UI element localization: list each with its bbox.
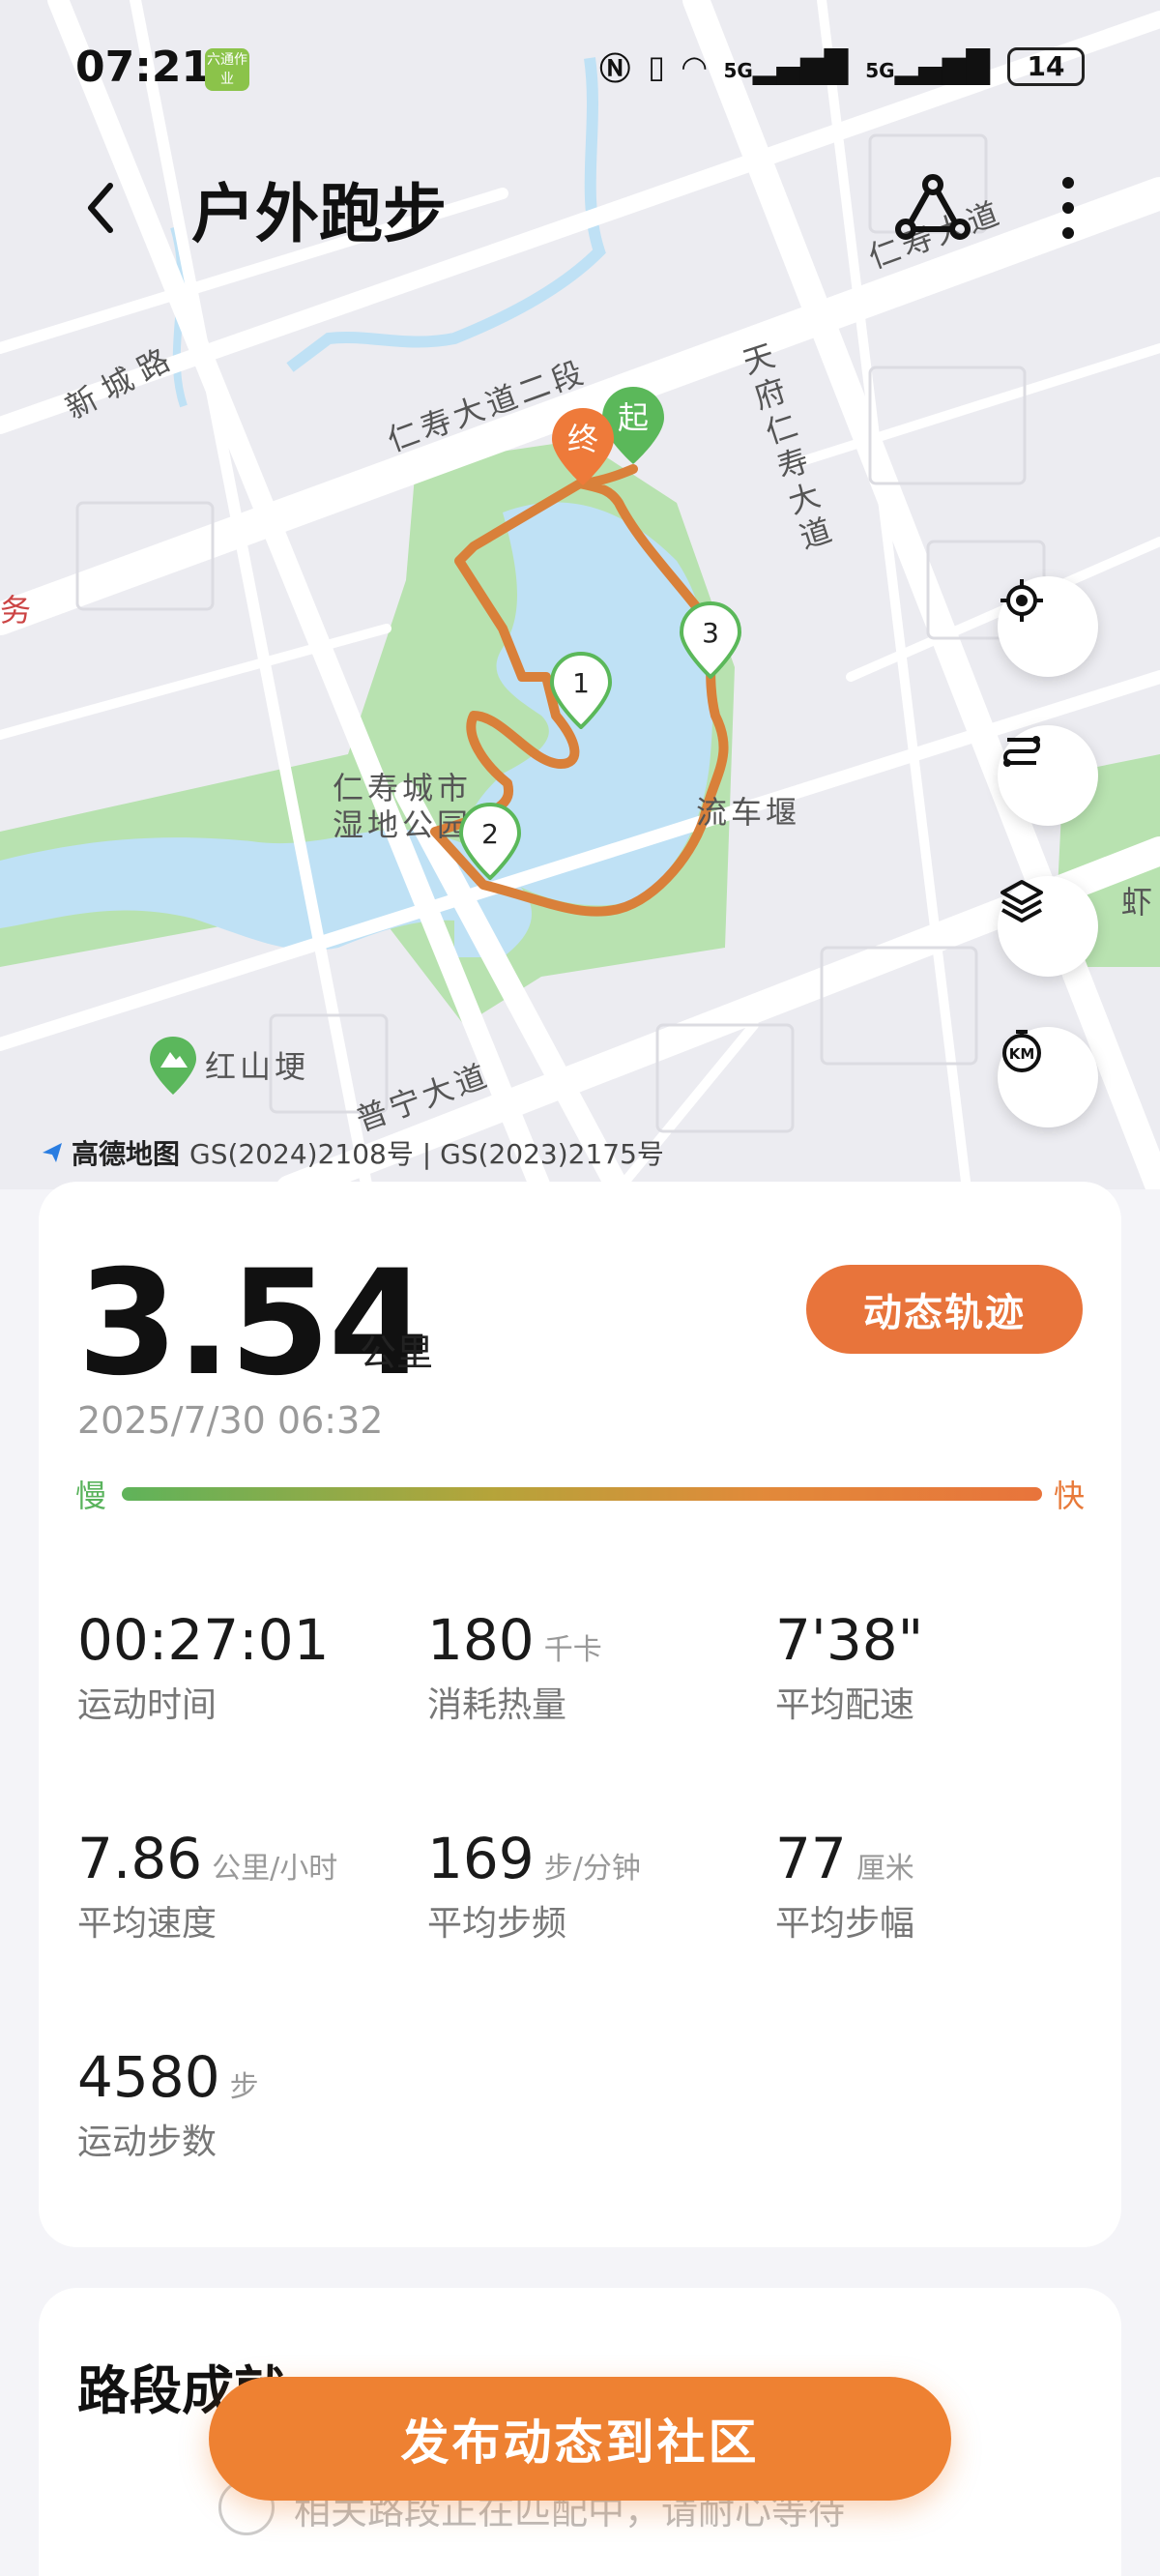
locate-button[interactable] [998, 576, 1098, 677]
stat-duration: 00:27:01 运动时间 [77, 1607, 330, 1725]
amap-logo: 高德地图 [39, 1133, 180, 1172]
amap-logo-icon [43, 1143, 62, 1162]
workout-summary-card: 3.54 公里 动态轨迹 2025/7/30 06:32 慢 快 00:27:0… [39, 1182, 1121, 2247]
stat-avg-speed: 7.86 公里/小时 平均速度 [77, 1826, 338, 1944]
status-bar: 07:21 六通作业 Ⓝ ▯ ◠ 5G▂▄▆█ 5G▂▄▆█ 14 [0, 0, 1160, 135]
stat-avg-cadence: 169 步/分钟 平均步频 [427, 1826, 641, 1944]
scenic-pin-icon [150, 1037, 196, 1095]
more-button[interactable] [1044, 169, 1092, 247]
map-label-edge-left: 务 [0, 592, 36, 629]
back-button[interactable] [77, 164, 145, 251]
stat-calories: 180 千卡 消耗热量 [427, 1607, 602, 1725]
workout-date: 2025/7/30 06:32 [77, 1399, 384, 1442]
map-label-weir: 流车堰 [696, 794, 801, 831]
app-badge: 六通作业 [205, 48, 249, 91]
wifi-icon: ◠ [682, 48, 707, 85]
route-map[interactable]: 仁寿大道二段 仁寿大道 新城路 天府仁寿大道 普宁大道 仁寿城市湿地公园 流车堰… [0, 0, 1160, 1189]
end-marker-icon: 终 [552, 408, 614, 485]
stat-steps: 4580 步 运动步数 [77, 2044, 259, 2162]
svg-text:终: 终 [567, 421, 598, 457]
page-title: 户外跑步 [191, 177, 447, 251]
locate-icon [1000, 579, 1043, 622]
share-button[interactable] [894, 169, 972, 247]
map-attribution: 高德地图 GS(2024)2108号 | GS(2023)2175号 [39, 1133, 664, 1172]
svg-text:KM: KM [1009, 1045, 1035, 1063]
dynamic-track-button[interactable]: 动态轨迹 [806, 1265, 1083, 1354]
svg-text:起: 起 [618, 399, 649, 436]
status-icons: Ⓝ ▯ ◠ 5G▂▄▆█ 5G▂▄▆█ 14 [599, 44, 1085, 89]
map-canvas [0, 0, 1160, 1189]
km-marker-icon: KM [1002, 1030, 1041, 1072]
speed-gradient-bar [122, 1487, 1042, 1501]
vibrate-icon: ▯ [648, 48, 665, 85]
signal-5g-icon: 5G▂▄▆█ [723, 48, 849, 85]
route-toggle-button[interactable] [998, 725, 1098, 826]
map-label-hongshan: 红山埂 [205, 1048, 310, 1085]
publish-to-community-button[interactable]: 发布动态到社区 [209, 2377, 951, 2501]
svg-text:3: 3 [702, 617, 719, 649]
map-license: GS(2024)2108号 | GS(2023)2175号 [189, 1138, 664, 1170]
speed-fast-label: 快 [1054, 1478, 1086, 1514]
stat-avg-stride: 77 厘米 平均步幅 [775, 1826, 915, 1944]
km-marker-1: 1 [549, 652, 613, 729]
layers-icon [1000, 880, 1043, 922]
stat-avg-pace: 7'38" 平均配速 [775, 1607, 924, 1725]
distance-unit: 公里 [360, 1332, 434, 1374]
battery-icon: 14 [1007, 47, 1085, 86]
km-marker-3: 3 [679, 601, 742, 679]
share-icon [895, 174, 971, 240]
status-time: 07:21 [75, 43, 212, 92]
map-label-edge-right: 虾 [1121, 884, 1157, 921]
km-marker-toggle-button[interactable]: KM [998, 1027, 1098, 1127]
svg-text:1: 1 [572, 667, 590, 699]
svg-text:2: 2 [481, 818, 499, 850]
signal-5g-icon-2: 5G▂▄▆█ [865, 48, 990, 85]
km-marker-2: 2 [458, 803, 522, 880]
speed-slow-label: 慢 [75, 1478, 107, 1514]
layers-button[interactable] [998, 876, 1098, 977]
route-icon [1003, 736, 1040, 767]
chevron-left-icon [88, 183, 113, 233]
nfc-icon: Ⓝ [599, 50, 631, 87]
more-vertical-icon [1062, 177, 1074, 239]
